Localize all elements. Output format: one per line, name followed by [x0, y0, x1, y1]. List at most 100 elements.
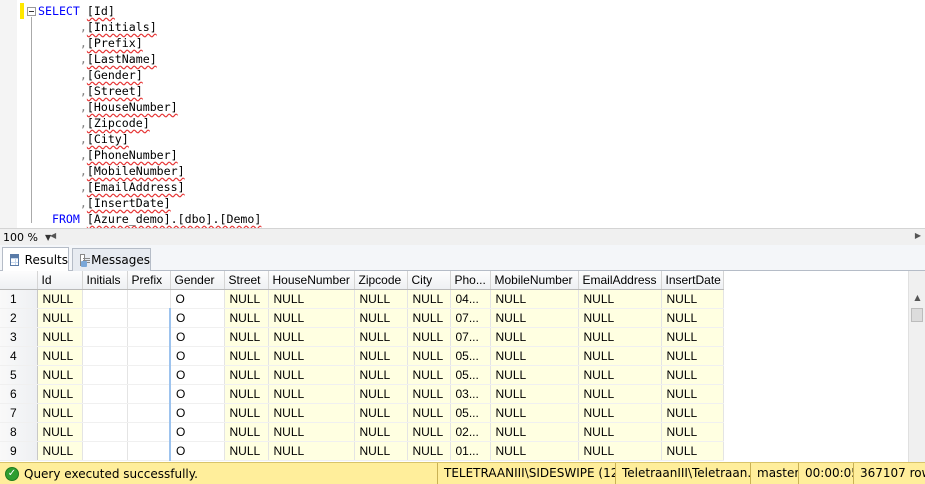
scroll-up-icon[interactable]: ▲ — [909, 289, 925, 306]
column-header[interactable]: InsertDate — [661, 271, 724, 290]
grid-cell[interactable] — [82, 384, 128, 404]
row-number[interactable]: 8 — [0, 422, 38, 442]
row-number[interactable]: 9 — [0, 441, 38, 461]
grid-cell[interactable]: NULL — [354, 365, 408, 385]
grid-cell[interactable] — [127, 384, 171, 404]
grid-cell[interactable]: NULL — [224, 308, 269, 328]
grid-cell[interactable]: O — [169, 403, 225, 423]
grid-cell[interactable] — [82, 403, 128, 423]
grid-cell[interactable]: NULL — [407, 327, 451, 347]
grid-cell[interactable]: NULL — [37, 308, 83, 328]
grid-cell[interactable]: NULL — [661, 346, 724, 366]
table-row[interactable]: 6 NULL O NULL NULL NULL NULL 03... NULL NULL NULL — [0, 384, 925, 404]
grid-cell[interactable]: NULL — [37, 422, 83, 442]
grid-cell[interactable]: O — [169, 308, 225, 328]
grid-cell[interactable]: NULL — [37, 346, 83, 366]
grid-cell[interactable]: NULL — [354, 327, 408, 347]
grid-cell[interactable]: NULL — [578, 403, 662, 423]
column-header[interactable]: Pho... — [450, 271, 491, 290]
grid-cell[interactable] — [127, 441, 171, 461]
row-number[interactable]: 1 — [0, 289, 38, 309]
grid-cell[interactable]: NULL — [268, 327, 355, 347]
column-header[interactable]: Gender — [170, 271, 225, 290]
grid-cell[interactable]: O — [169, 441, 225, 461]
grid-cell[interactable]: NULL — [268, 403, 355, 423]
grid-cell[interactable]: NULL — [354, 384, 408, 404]
grid-cell[interactable]: NULL — [578, 346, 662, 366]
grid-cell[interactable] — [82, 441, 128, 461]
grid-cell[interactable]: NULL — [354, 441, 408, 461]
column-header[interactable]: Initials — [82, 271, 128, 290]
grid-cell[interactable]: NULL — [490, 441, 579, 461]
collapse-icon[interactable] — [27, 7, 36, 16]
row-number[interactable]: 4 — [0, 346, 38, 366]
table-row[interactable]: 2 NULL O NULL NULL NULL NULL 07... NULL NULL NULL — [0, 308, 925, 328]
grid-cell[interactable]: NULL — [224, 365, 269, 385]
grid-cell[interactable]: NULL — [224, 422, 269, 442]
table-row[interactable]: 8 NULL O NULL NULL NULL NULL 02... NULL NULL NULL — [0, 422, 925, 442]
grid-cell[interactable]: NULL — [224, 289, 269, 309]
grid-cell[interactable]: 07... — [450, 327, 491, 347]
results-grid[interactable]: Id Initials Prefix Gender Street HouseNumber Z… — [0, 271, 925, 462]
grid-cell[interactable] — [127, 422, 171, 442]
scroll-left-icon[interactable]: ◀ — [50, 231, 56, 240]
grid-cell[interactable]: NULL — [37, 403, 83, 423]
grid-cell[interactable] — [82, 289, 128, 309]
grid-cell[interactable] — [82, 308, 128, 328]
grid-cell[interactable]: O — [169, 289, 225, 309]
grid-cell[interactable]: NULL — [490, 289, 579, 309]
grid-cell[interactable]: NULL — [578, 365, 662, 385]
grid-cell[interactable]: NULL — [661, 365, 724, 385]
grid-cell[interactable]: NULL — [224, 403, 269, 423]
row-number[interactable]: 2 — [0, 308, 38, 328]
grid-cell[interactable]: NULL — [578, 441, 662, 461]
grid-cell[interactable]: NULL — [490, 308, 579, 328]
grid-cell[interactable]: O — [169, 327, 225, 347]
grid-cell[interactable]: NULL — [578, 384, 662, 404]
column-header[interactable]: EmailAddress — [578, 271, 662, 290]
grid-cell[interactable]: NULL — [268, 346, 355, 366]
grid-cell[interactable]: NULL — [661, 327, 724, 347]
grid-cell[interactable]: NULL — [661, 403, 724, 423]
grid-cell[interactable]: 05... — [450, 346, 491, 366]
grid-cell[interactable]: NULL — [407, 384, 451, 404]
grid-cell[interactable]: NULL — [37, 384, 83, 404]
tab-messages[interactable]: Messages — [72, 248, 151, 271]
grid-cell[interactable]: NULL — [661, 384, 724, 404]
grid-cell[interactable] — [82, 346, 128, 366]
grid-cell[interactable]: 04... — [450, 289, 491, 309]
table-row[interactable]: 1 NULL O NULL NULL NULL NULL 04... NULL NULL NULL — [0, 289, 925, 309]
grid-cell[interactable]: NULL — [490, 384, 579, 404]
grid-cell[interactable]: NULL — [224, 384, 269, 404]
grid-corner[interactable] — [0, 271, 38, 290]
grid-cell[interactable]: 05... — [450, 403, 491, 423]
grid-cell[interactable]: NULL — [661, 308, 724, 328]
grid-cell[interactable]: NULL — [224, 346, 269, 366]
grid-cell[interactable]: 01... — [450, 441, 491, 461]
grid-cell[interactable]: NULL — [407, 403, 451, 423]
grid-cell[interactable]: NULL — [268, 365, 355, 385]
grid-cell[interactable]: NULL — [268, 308, 355, 328]
grid-cell[interactable]: NULL — [490, 403, 579, 423]
grid-cell[interactable]: NULL — [490, 346, 579, 366]
row-number[interactable]: 5 — [0, 365, 38, 385]
row-number[interactable]: 3 — [0, 327, 38, 347]
grid-cell[interactable] — [82, 422, 128, 442]
table-row[interactable]: 5 NULL O NULL NULL NULL NULL 05... NULL NULL NULL — [0, 365, 925, 385]
grid-cell[interactable]: NULL — [407, 441, 451, 461]
grid-cell[interactable] — [127, 346, 171, 366]
grid-cell[interactable]: NULL — [661, 441, 724, 461]
grid-cell[interactable]: NULL — [661, 289, 724, 309]
grid-cell[interactable]: NULL — [661, 422, 724, 442]
sql-code[interactable]: SELECT [Id] ,[Initials] ,[Prefix] ,[Last… — [38, 3, 261, 227]
grid-cell[interactable] — [127, 327, 171, 347]
grid-cell[interactable]: NULL — [268, 289, 355, 309]
grid-cell[interactable]: 07... — [450, 308, 491, 328]
grid-cell[interactable]: NULL — [354, 308, 408, 328]
grid-cell[interactable]: NULL — [578, 422, 662, 442]
column-header[interactable]: Street — [224, 271, 269, 290]
zoom-select[interactable]: 100 % ▼ — [3, 230, 51, 244]
grid-cell[interactable]: O — [169, 346, 225, 366]
grid-cell[interactable]: 03... — [450, 384, 491, 404]
grid-cell[interactable]: NULL — [578, 308, 662, 328]
